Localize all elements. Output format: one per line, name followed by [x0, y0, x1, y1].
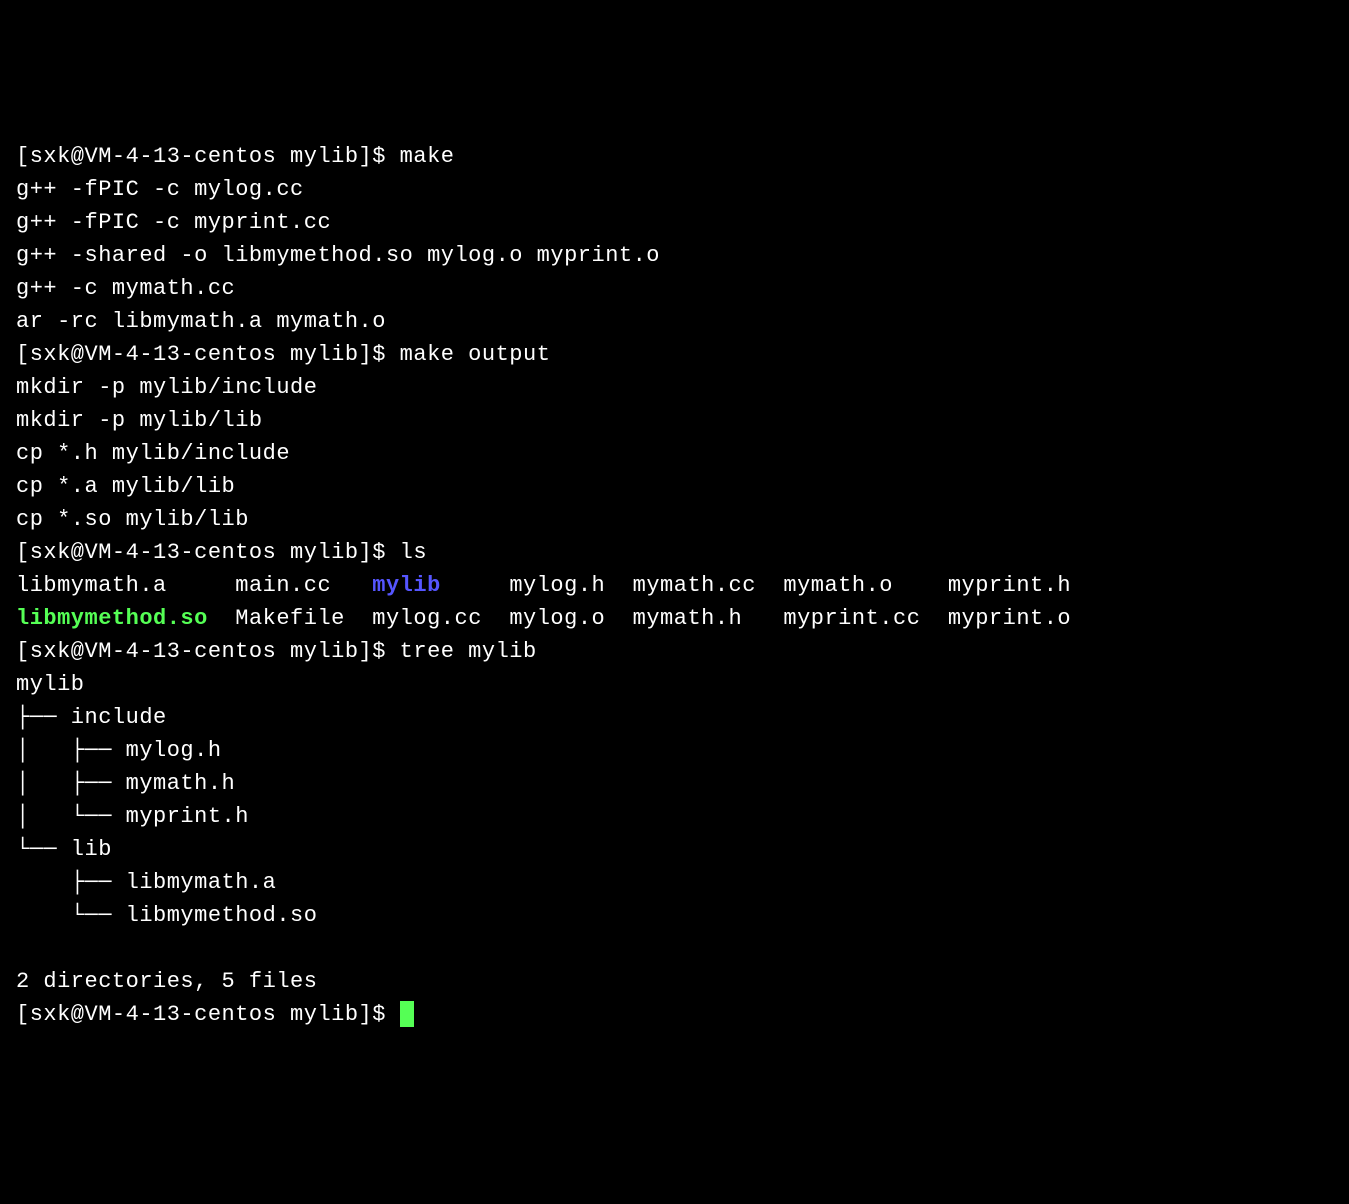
shell-prompt: [sxk@VM-4-13-centos mylib]$	[16, 540, 400, 565]
terminal-output[interactable]: [sxk@VM-4-13-centos mylib]$ make g++ -fP…	[16, 140, 1333, 1031]
ls-shared-lib: libmymethod.so	[16, 606, 208, 631]
ls-file: Makefile	[235, 606, 345, 631]
ls-row: libmymath.a main.cc mylib mylog.h mymath…	[16, 573, 1071, 598]
compile-output: ar -rc libmymath.a mymath.o	[16, 309, 386, 334]
command-make: make	[400, 144, 455, 169]
ls-file: mylog.o	[509, 606, 605, 631]
command-ls: ls	[400, 540, 427, 565]
ls-file: mymath.cc	[633, 573, 756, 598]
compile-output: g++ -fPIC -c mylog.cc	[16, 177, 304, 202]
cp-output: cp *.a mylib/lib	[16, 474, 235, 499]
ls-file: mymath.h	[633, 606, 743, 631]
ls-file: myprint.h	[948, 573, 1071, 598]
command-make-output: make output	[400, 342, 551, 367]
cp-output: cp *.so mylib/lib	[16, 507, 249, 532]
ls-row: libmymethod.so Makefile mylog.cc mylog.o…	[16, 606, 1071, 631]
shell-prompt: [sxk@VM-4-13-centos mylib]$	[16, 1002, 400, 1027]
tree-leaf: ├── libmymath.a	[16, 870, 276, 895]
cursor-icon	[400, 1001, 414, 1027]
tree-root: mylib	[16, 672, 85, 697]
prompt-line: [sxk@VM-4-13-centos mylib]$ make	[16, 144, 454, 169]
compile-output: g++ -fPIC -c myprint.cc	[16, 210, 331, 235]
ls-file: main.cc	[235, 573, 331, 598]
mkdir-output: mkdir -p mylib/include	[16, 375, 317, 400]
tree-leaf: │ ├── mylog.h	[16, 738, 222, 763]
tree-leaf: │ ├── mymath.h	[16, 771, 235, 796]
shell-prompt: [sxk@VM-4-13-centos mylib]$	[16, 144, 400, 169]
ls-file: libmymath.a	[16, 573, 167, 598]
compile-output: g++ -c mymath.cc	[16, 276, 235, 301]
prompt-line: [sxk@VM-4-13-centos mylib]$ tree mylib	[16, 639, 537, 664]
tree-summary: 2 directories, 5 files	[16, 969, 317, 994]
mkdir-output: mkdir -p mylib/lib	[16, 408, 263, 433]
prompt-line: [sxk@VM-4-13-centos mylib]$ ls	[16, 540, 427, 565]
ls-file: myprint.cc	[783, 606, 920, 631]
ls-file: mylog.cc	[372, 606, 482, 631]
tree-branch: └── lib	[16, 837, 112, 862]
ls-file: mymath.o	[783, 573, 893, 598]
ls-file: mylog.h	[509, 573, 605, 598]
ls-directory: mylib	[372, 573, 441, 598]
cp-output: cp *.h mylib/include	[16, 441, 290, 466]
tree-leaf: │ └── myprint.h	[16, 804, 249, 829]
tree-leaf: └── libmymethod.so	[16, 903, 317, 928]
compile-output: g++ -shared -o libmymethod.so mylog.o my…	[16, 243, 660, 268]
tree-branch: ├── include	[16, 705, 167, 730]
command-tree: tree mylib	[400, 639, 537, 664]
shell-prompt: [sxk@VM-4-13-centos mylib]$	[16, 639, 400, 664]
shell-prompt: [sxk@VM-4-13-centos mylib]$	[16, 342, 400, 367]
prompt-line: [sxk@VM-4-13-centos mylib]$ make output	[16, 342, 550, 367]
prompt-line: [sxk@VM-4-13-centos mylib]$	[16, 1002, 414, 1027]
ls-file: myprint.o	[948, 606, 1071, 631]
